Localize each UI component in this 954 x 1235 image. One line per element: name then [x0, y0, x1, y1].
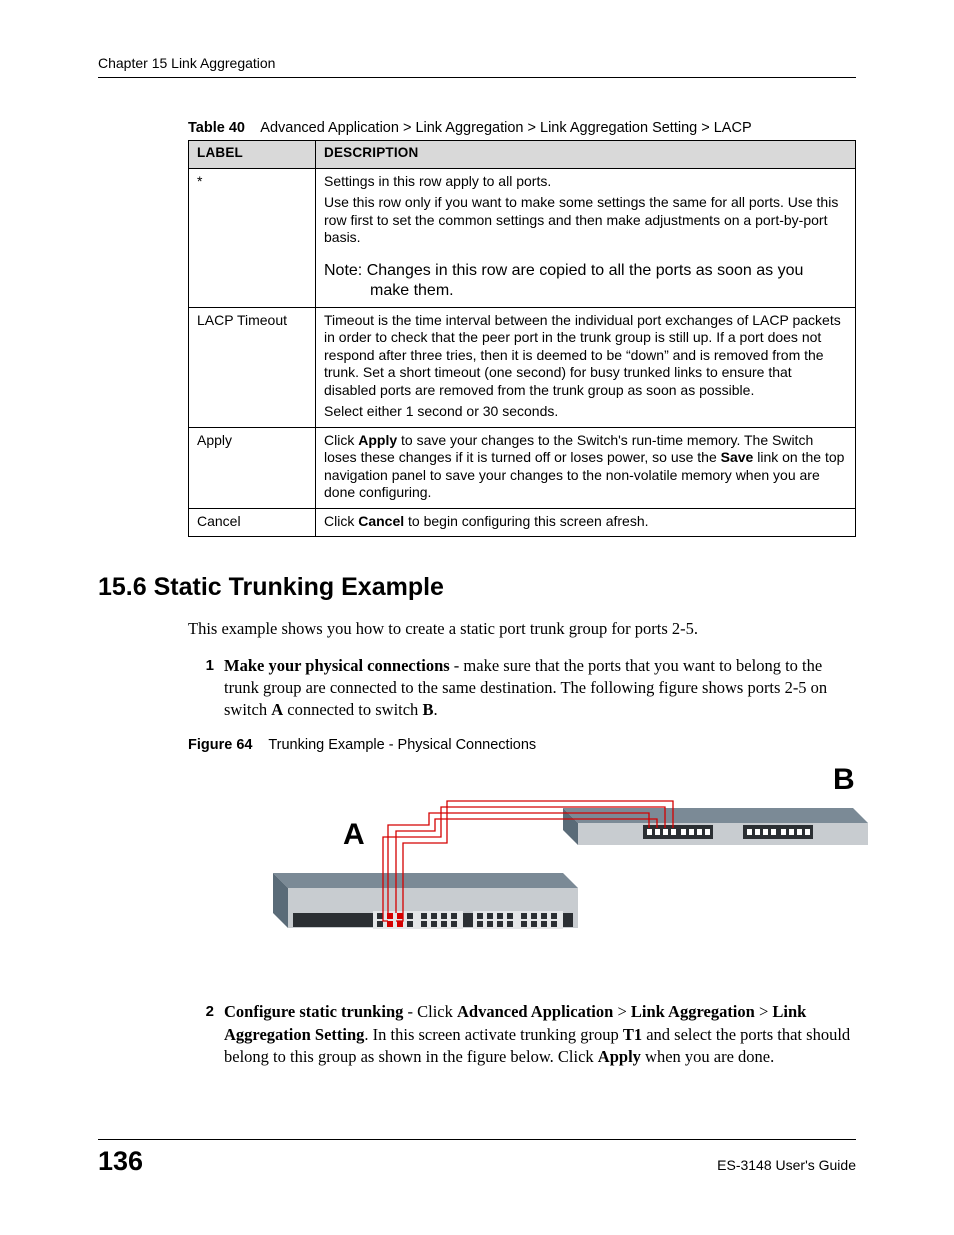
t: connected to switch — [283, 700, 422, 719]
page-number: 136 — [98, 1146, 143, 1177]
t-bold: Apply — [598, 1047, 641, 1066]
table-caption-text: Advanced Application > Link Aggregation … — [260, 120, 751, 136]
step-text: Configure static trunking - Click Advanc… — [224, 1001, 856, 1068]
figure-label-a: A — [343, 818, 365, 852]
note-line1: Note: Changes in this row are copied to … — [324, 262, 803, 279]
th-description: DESCRIPTION — [316, 141, 856, 169]
para: Use this row only if you want to make so… — [324, 194, 847, 247]
t-bold: B — [422, 700, 433, 719]
step-number: 1 — [188, 655, 224, 722]
t-bold: Apply — [358, 432, 397, 448]
t-bold: T1 — [623, 1025, 642, 1044]
t-bold: Configure static trunking — [224, 1002, 403, 1021]
t: . — [433, 700, 437, 719]
cell-desc: Click Cancel to begin configuring this s… — [316, 508, 856, 537]
table-row: * Settings in this row apply to all port… — [189, 168, 856, 307]
cell-label: * — [189, 168, 316, 307]
note: Note: Changes in this row are copied to … — [324, 261, 847, 301]
para: Select either 1 second or 30 seconds. — [324, 403, 847, 421]
table-caption-label: Table 40 — [188, 120, 245, 136]
figure-caption-text: Trunking Example - Physical Connections — [268, 737, 536, 753]
figure-trunking: A B — [213, 763, 873, 973]
t: - Click — [403, 1002, 457, 1021]
cell-desc: Timeout is the time interval between the… — [316, 307, 856, 427]
note-line2: make them. — [324, 281, 847, 301]
doc-title: ES-3148 User's Guide — [717, 1157, 856, 1177]
t: when you are done. — [641, 1047, 774, 1066]
t-bold: Save — [721, 449, 754, 465]
step-2: 2 Configure static trunking - Click Adva… — [188, 1001, 856, 1068]
cell-desc: Settings in this row apply to all ports.… — [316, 168, 856, 307]
figure-caption: Figure 64 Trunking Example - Physical Co… — [188, 737, 856, 753]
step-number: 2 — [188, 1001, 224, 1068]
t: Click — [324, 432, 358, 448]
para: Timeout is the time interval between the… — [324, 312, 847, 400]
t: . In this screen activate trunking group — [364, 1025, 622, 1044]
table-row: Cancel Click Cancel to begin configuring… — [189, 508, 856, 537]
page-footer: 136 ES-3148 User's Guide — [98, 1139, 856, 1177]
t: to begin configuring this screen afresh. — [404, 513, 648, 529]
t: Click — [324, 513, 358, 529]
cell-label: Apply — [189, 427, 316, 508]
intro-paragraph: This example shows you how to create a s… — [188, 618, 856, 640]
figure-caption-label: Figure 64 — [188, 737, 252, 753]
t-bold: Cancel — [358, 513, 404, 529]
lacp-table: LABEL DESCRIPTION * Settings in this row… — [188, 140, 856, 537]
t-bold: Link Aggregation — [631, 1002, 755, 1021]
section-heading: 15.6 Static Trunking Example — [98, 573, 856, 602]
switch-diagram-svg — [213, 763, 873, 973]
table-caption: Table 40 Advanced Application > Link Agg… — [188, 120, 856, 136]
switch-a-icon — [273, 873, 578, 929]
t-bold: Make your physical connections — [224, 656, 450, 675]
t-bold: A — [271, 700, 283, 719]
step-1: 1 Make your physical connections - make … — [188, 655, 856, 722]
t: > — [613, 1002, 631, 1021]
th-label: LABEL — [189, 141, 316, 169]
step-text: Make your physical connections - make su… — [224, 655, 856, 722]
para: Settings in this row apply to all ports. — [324, 173, 847, 191]
table-row: Apply Click Apply to save your changes t… — [189, 427, 856, 508]
table-row: LACP Timeout Timeout is the time interva… — [189, 307, 856, 427]
cell-desc: Click Apply to save your changes to the … — [316, 427, 856, 508]
t-bold: Advanced Application — [457, 1002, 613, 1021]
t: > — [755, 1002, 773, 1021]
running-header: Chapter 15 Link Aggregation — [98, 55, 856, 78]
figure-label-b: B — [833, 763, 855, 797]
cell-label: Cancel — [189, 508, 316, 537]
cell-label: LACP Timeout — [189, 307, 316, 427]
